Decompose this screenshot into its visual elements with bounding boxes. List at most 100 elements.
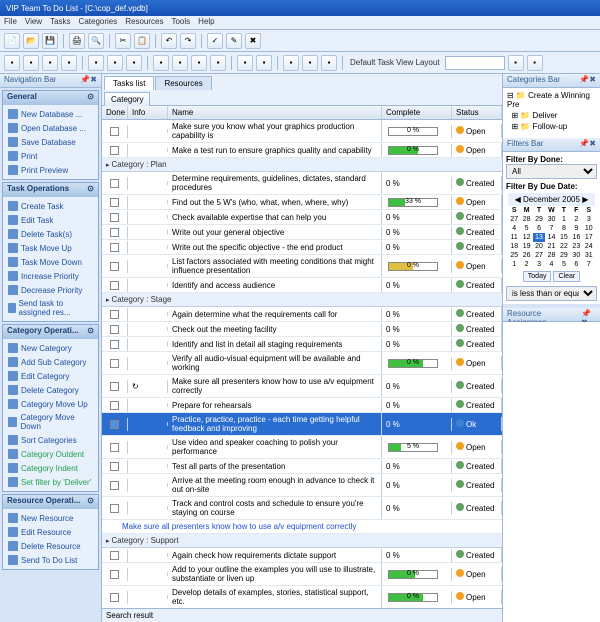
cal-day[interactable]: 7 <box>583 260 595 269</box>
cal-day[interactable]: 4 <box>508 224 520 233</box>
col-header[interactable]: Complete <box>382 106 452 119</box>
chevron-icon[interactable]: ⊙ <box>87 92 94 104</box>
menu-view[interactable]: View <box>25 17 42 28</box>
panel-header[interactable]: Category Operati...⊙ <box>3 325 98 339</box>
menu-resources[interactable]: Resources <box>125 17 163 28</box>
done-checkbox[interactable] <box>110 146 119 155</box>
nav-item[interactable]: Task Move Down <box>5 255 96 269</box>
task-row[interactable]: Develop details of examples, stories, st… <box>102 586 502 608</box>
cal-day[interactable]: 11 <box>508 233 520 242</box>
done-checkbox[interactable] <box>110 462 119 471</box>
done-checkbox[interactable] <box>110 593 119 602</box>
nav-item[interactable]: Category Move Down <box>5 411 96 433</box>
task-row[interactable]: List factors associated with meeting con… <box>102 255 502 278</box>
tb-icon[interactable]: ▪ <box>508 55 524 71</box>
tb-icon[interactable]: ▪ <box>210 55 226 71</box>
category-tree[interactable]: ⊟ 📁 Create a Winning Pre ⊞ 📁 Deliver ⊞ 📁… <box>503 88 600 138</box>
cal-day[interactable]: 3 <box>583 215 595 224</box>
cal-day[interactable]: 29 <box>533 215 545 224</box>
cal-day[interactable]: 14 <box>545 233 557 242</box>
cat-tree-item[interactable]: ⊞ 📁 Deliver <box>505 110 598 121</box>
done-checkbox[interactable] <box>110 420 119 429</box>
cal-day[interactable]: 28 <box>520 215 532 224</box>
task-row[interactable]: ↻Make sure all presenters know how to us… <box>102 375 502 398</box>
done-checkbox[interactable] <box>110 127 119 136</box>
done-checkbox[interactable] <box>110 382 119 391</box>
cal-day[interactable]: 8 <box>558 224 570 233</box>
task-row[interactable]: Write out your general objective0 %Creat… <box>102 225 502 240</box>
done-checkbox[interactable] <box>110 359 119 368</box>
nav-item[interactable]: Category Indent <box>5 461 96 475</box>
cal-day[interactable]: 10 <box>583 224 595 233</box>
cal-day[interactable]: 18 <box>508 242 520 251</box>
cal-day[interactable]: 5 <box>558 260 570 269</box>
cal-day[interactable]: 13 <box>533 233 545 242</box>
cal-day[interactable]: 9 <box>570 224 582 233</box>
pin-icon[interactable]: 📌✖ <box>579 139 596 150</box>
cat-tree-item[interactable]: ⊟ 📁 Create a Winning Pre <box>505 90 598 110</box>
done-checkbox[interactable] <box>110 481 119 490</box>
task-row[interactable]: Identify and list in detail all staging … <box>102 337 502 352</box>
done-checkbox[interactable] <box>110 443 119 452</box>
layout-select[interactable] <box>445 56 505 70</box>
tab-tasks[interactable]: Tasks list <box>104 76 154 90</box>
tab-resources[interactable]: Resources <box>155 76 211 90</box>
nav-item[interactable]: Create Task <box>5 199 96 213</box>
redo-icon[interactable]: ↷ <box>180 33 196 49</box>
tb-icon[interactable]: ▪ <box>172 55 188 71</box>
cal-day[interactable]: 4 <box>545 260 557 269</box>
done-checkbox[interactable] <box>110 179 119 188</box>
cal-day[interactable]: 6 <box>533 224 545 233</box>
menu-file[interactable]: File <box>4 17 17 28</box>
nav-item[interactable]: Delete Resource <box>5 539 96 553</box>
today-button[interactable]: Today <box>523 271 552 282</box>
done-checkbox[interactable] <box>110 551 119 560</box>
task-row[interactable]: Track and control costs and schedule to … <box>102 497 502 520</box>
nav-item[interactable]: Set filter by 'Deliver' <box>5 475 96 489</box>
nav-item[interactable]: Print Preview <box>5 163 96 177</box>
nav-item[interactable]: Send task to assigned res... <box>5 297 96 319</box>
col-header[interactable]: Name <box>168 106 382 119</box>
calendar[interactable]: ◀ December 2005 ▶ SMTWTFS272829301234567… <box>506 191 597 286</box>
nav-item[interactable]: Task Move Up <box>5 241 96 255</box>
tb-icon[interactable]: ▪ <box>302 55 318 71</box>
task-row[interactable]: Make a test run to ensure graphics quali… <box>102 143 502 158</box>
done-checkbox[interactable] <box>110 198 119 207</box>
tb-icon[interactable]: ▪ <box>256 55 272 71</box>
cal-prev-icon[interactable]: ◀ <box>515 195 521 204</box>
cal-day[interactable]: 31 <box>583 251 595 260</box>
done-checkbox[interactable] <box>110 281 119 290</box>
done-checkbox[interactable] <box>110 504 119 513</box>
task-icon[interactable]: ✓ <box>207 33 223 49</box>
category-row[interactable]: Category : Support <box>102 534 502 548</box>
nav-item[interactable]: Edit Resource <box>5 525 96 539</box>
tb-icon[interactable]: ▪ <box>61 55 77 71</box>
cut-icon[interactable]: ✂ <box>115 33 131 49</box>
cal-day[interactable]: 3 <box>533 260 545 269</box>
panel-header[interactable]: Task Operations⊙ <box>3 183 98 197</box>
nav-item[interactable]: Send To Do List <box>5 553 96 567</box>
done-checkbox[interactable] <box>110 228 119 237</box>
cal-day[interactable]: 29 <box>558 251 570 260</box>
done-checkbox[interactable] <box>110 310 119 319</box>
cal-day[interactable]: 28 <box>545 251 557 260</box>
nav-item[interactable]: Increase Priority <box>5 269 96 283</box>
cal-day[interactable]: 16 <box>570 233 582 242</box>
menu-tasks[interactable]: Tasks <box>50 17 70 28</box>
task-row[interactable]: Make sure you know what your graphics pr… <box>102 120 502 143</box>
menu-tools[interactable]: Tools <box>171 17 190 28</box>
done-checkbox[interactable] <box>110 243 119 252</box>
nav-item[interactable]: Edit Category <box>5 369 96 383</box>
print-icon[interactable]: 🖨 <box>69 33 85 49</box>
cal-day[interactable]: 20 <box>533 242 545 251</box>
done-checkbox[interactable] <box>110 570 119 579</box>
nav-item[interactable]: Edit Task <box>5 213 96 227</box>
cal-day[interactable]: 25 <box>508 251 520 260</box>
tb-icon[interactable]: ▪ <box>126 55 142 71</box>
nav-item[interactable]: Delete Category <box>5 383 96 397</box>
task-row[interactable]: Verify all audio-visual equipment will b… <box>102 352 502 375</box>
save-icon[interactable]: 💾 <box>42 33 58 49</box>
cal-day[interactable]: 19 <box>520 242 532 251</box>
cal-day[interactable]: 15 <box>558 233 570 242</box>
col-header[interactable]: Done <box>102 106 128 119</box>
